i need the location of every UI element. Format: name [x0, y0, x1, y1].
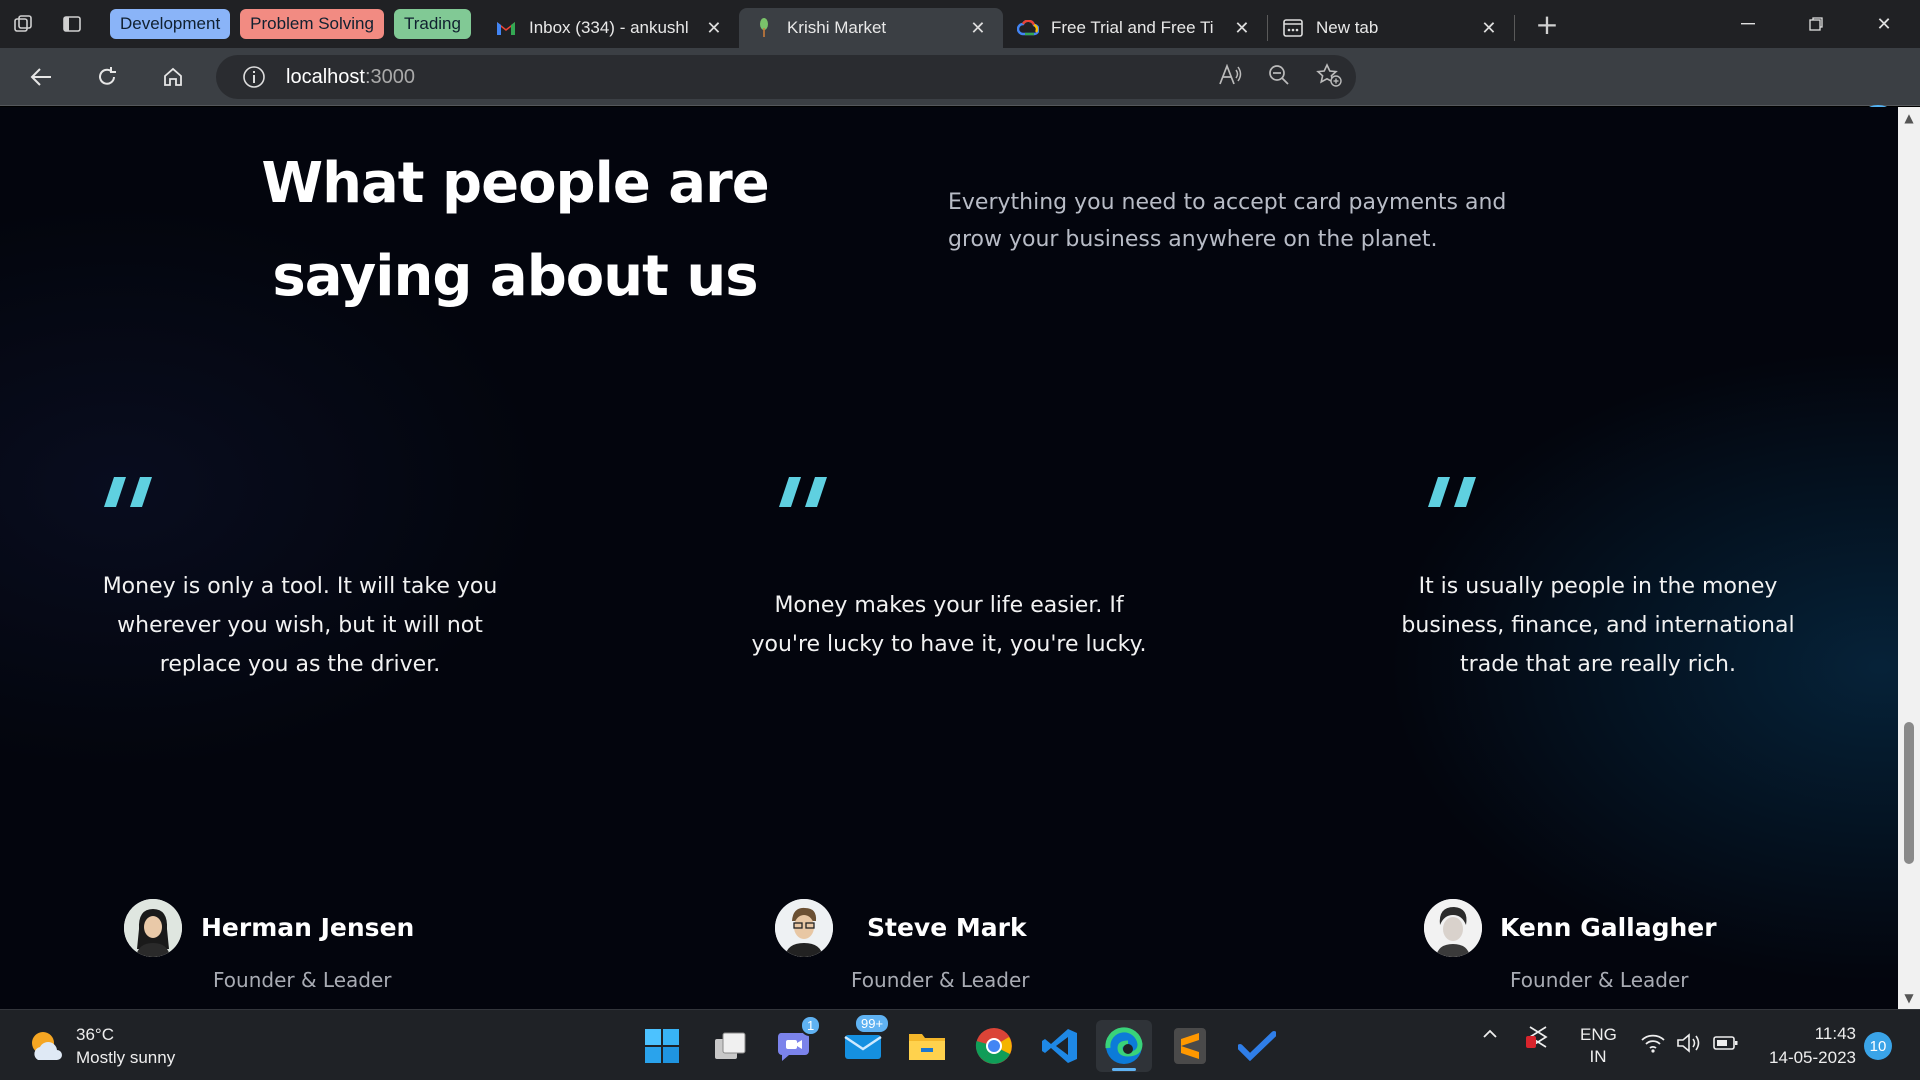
- url-host: localhost: [286, 65, 365, 88]
- tab-krishi-market[interactable]: Krishi Market ✕: [738, 8, 1003, 48]
- tab-title: Free Trial and Free Ti: [1050, 18, 1214, 37]
- tab-title: Krishi Market: [786, 18, 887, 37]
- url-text[interactable]: localhost:3000: [286, 66, 415, 89]
- author-role: Founder & Leader: [213, 968, 392, 992]
- heading-line-2: saying about us: [272, 244, 758, 309]
- read-aloud-icon[interactable]: [1218, 63, 1242, 91]
- wifi-icon[interactable]: [1640, 1032, 1666, 1059]
- teams-badge: 1: [800, 1015, 822, 1036]
- testimonials-subtext: Everything you need to accept card payme…: [948, 190, 1507, 252]
- testimonial-quote: Money makes your life easier. If you're …: [751, 593, 1147, 657]
- avatar: [124, 899, 182, 957]
- sublime-text-icon[interactable]: [1169, 1025, 1211, 1067]
- add-favorite-icon[interactable]: [1316, 62, 1342, 92]
- scroll-down-icon[interactable]: ▼: [1902, 991, 1916, 1005]
- site-info-icon[interactable]: [236, 59, 272, 95]
- page-scrollbar[interactable]: ▲ ▼: [1898, 107, 1920, 1009]
- chrome-icon[interactable]: [973, 1025, 1015, 1067]
- testimonial-author: Herman Jensen Founder & Leader: [100, 899, 500, 992]
- tab-actions-icon[interactable]: [48, 0, 96, 48]
- browser-toolbar: localhost:3000 G ···: [0, 48, 1920, 147]
- clock-time: 11:43: [1814, 1024, 1856, 1043]
- author-name: Kenn Gallagher: [1500, 913, 1717, 942]
- testimonial-quote: Money is only a tool. It will take you w…: [102, 574, 498, 677]
- zoom-out-icon[interactable]: [1268, 64, 1290, 91]
- region-code: IN: [1589, 1047, 1607, 1066]
- author-role: Founder & Leader: [851, 968, 1030, 992]
- language-indicator[interactable]: ENG IN: [1580, 1024, 1617, 1068]
- close-tab-icon[interactable]: ✕: [967, 18, 989, 39]
- tab-group-problem-solving[interactable]: Problem Solving: [240, 9, 384, 39]
- teams-chat-icon[interactable]: 1: [774, 1015, 822, 1067]
- tab-inbox[interactable]: Inbox (334) - ankushl ✕: [481, 8, 739, 48]
- todo-icon[interactable]: [1236, 1025, 1278, 1067]
- show-hidden-icons-icon[interactable]: [1480, 1024, 1500, 1049]
- minimize-icon[interactable]: [1714, 0, 1782, 48]
- avatar: [775, 899, 833, 957]
- workspaces-icon[interactable]: [0, 0, 48, 48]
- tray-app-icon[interactable]: [1524, 1024, 1552, 1055]
- testimonial-author: Kenn Gallagher Founder & Leader: [1398, 899, 1798, 992]
- scroll-up-icon[interactable]: ▲: [1902, 111, 1916, 125]
- start-menu-icon[interactable]: [641, 1025, 683, 1067]
- heading-line-1: What people are: [261, 151, 769, 216]
- file-explorer-icon[interactable]: [906, 1025, 948, 1067]
- weather-condition: Mostly sunny: [76, 1048, 176, 1067]
- temperature: 36°C: [76, 1025, 114, 1044]
- tab-free-trial[interactable]: Free Trial and Free Ti ✕: [1003, 8, 1267, 48]
- vscode-icon[interactable]: [1039, 1025, 1081, 1067]
- testimonial-author: Steve Mark Founder & Leader: [749, 899, 1149, 992]
- leaf-icon: [753, 17, 775, 39]
- tab-group-trading[interactable]: Trading: [393, 9, 471, 39]
- mail-icon[interactable]: 99+: [842, 1013, 891, 1067]
- tab-title: New tab: [1315, 18, 1379, 37]
- browser-title-bar: Development Problem Solving Trading Inbo…: [0, 0, 1920, 48]
- tab-separator: [1513, 15, 1515, 41]
- battery-icon[interactable]: [1712, 1032, 1740, 1059]
- avatar: [1424, 899, 1482, 957]
- new-tab-plus-icon[interactable]: +: [1523, 0, 1571, 48]
- address-bar[interactable]: localhost:3000: [216, 55, 1356, 99]
- restore-icon[interactable]: [1782, 0, 1850, 48]
- testimonials-heading: What people are saying about us: [200, 137, 830, 323]
- task-view-icon[interactable]: [709, 1025, 751, 1067]
- gmail-icon: [495, 17, 517, 39]
- notification-center-badge[interactable]: 10: [1864, 1032, 1892, 1060]
- back-icon[interactable]: [8, 48, 74, 106]
- author-role: Founder & Leader: [1510, 968, 1689, 992]
- system-clock[interactable]: 11:43 14-05-2023: [1756, 1022, 1856, 1070]
- volume-icon[interactable]: [1676, 1032, 1702, 1059]
- partly-sunny-icon: [32, 1032, 62, 1060]
- edge-icon[interactable]: [1096, 1020, 1152, 1072]
- close-tab-icon[interactable]: ✕: [1478, 18, 1500, 39]
- home-icon[interactable]: [140, 48, 206, 106]
- windows-taskbar: 36°C Mostly sunny 1 99+ ENG IN 11:43 14-…: [0, 1009, 1920, 1080]
- refresh-icon[interactable]: [74, 48, 140, 106]
- testimonial-quote: It is usually people in the money busine…: [1401, 574, 1795, 677]
- clock-date: 14-05-2023: [1769, 1048, 1856, 1067]
- close-window-icon[interactable]: ✕: [1850, 0, 1918, 48]
- tab-title: Inbox (334) - ankushl: [528, 18, 689, 37]
- tab-new-tab[interactable]: New tab ✕: [1268, 8, 1514, 48]
- new-tab-icon: [1282, 17, 1304, 39]
- quote-mark-icon: [1428, 477, 1476, 507]
- url-port: :3000: [364, 65, 415, 88]
- scrollbar-thumb[interactable]: [1904, 722, 1914, 864]
- close-tab-icon[interactable]: ✕: [1231, 18, 1253, 39]
- author-name: Steve Mark: [867, 913, 1027, 942]
- author-name: Herman Jensen: [201, 913, 415, 942]
- mail-badge: 99+: [854, 1013, 891, 1034]
- google-cloud-icon: [1016, 17, 1039, 39]
- quote-mark-icon: [779, 477, 827, 507]
- close-tab-icon[interactable]: ✕: [703, 18, 725, 39]
- language-code: ENG: [1580, 1025, 1617, 1044]
- weather-widget[interactable]: 36°C Mostly sunny: [26, 1022, 175, 1070]
- tab-group-development[interactable]: Development: [110, 9, 231, 39]
- page-viewport: What people are saying about us Everythi…: [0, 107, 1898, 1009]
- quote-mark-icon: [104, 477, 152, 507]
- active-app-indicator: [1112, 1068, 1136, 1071]
